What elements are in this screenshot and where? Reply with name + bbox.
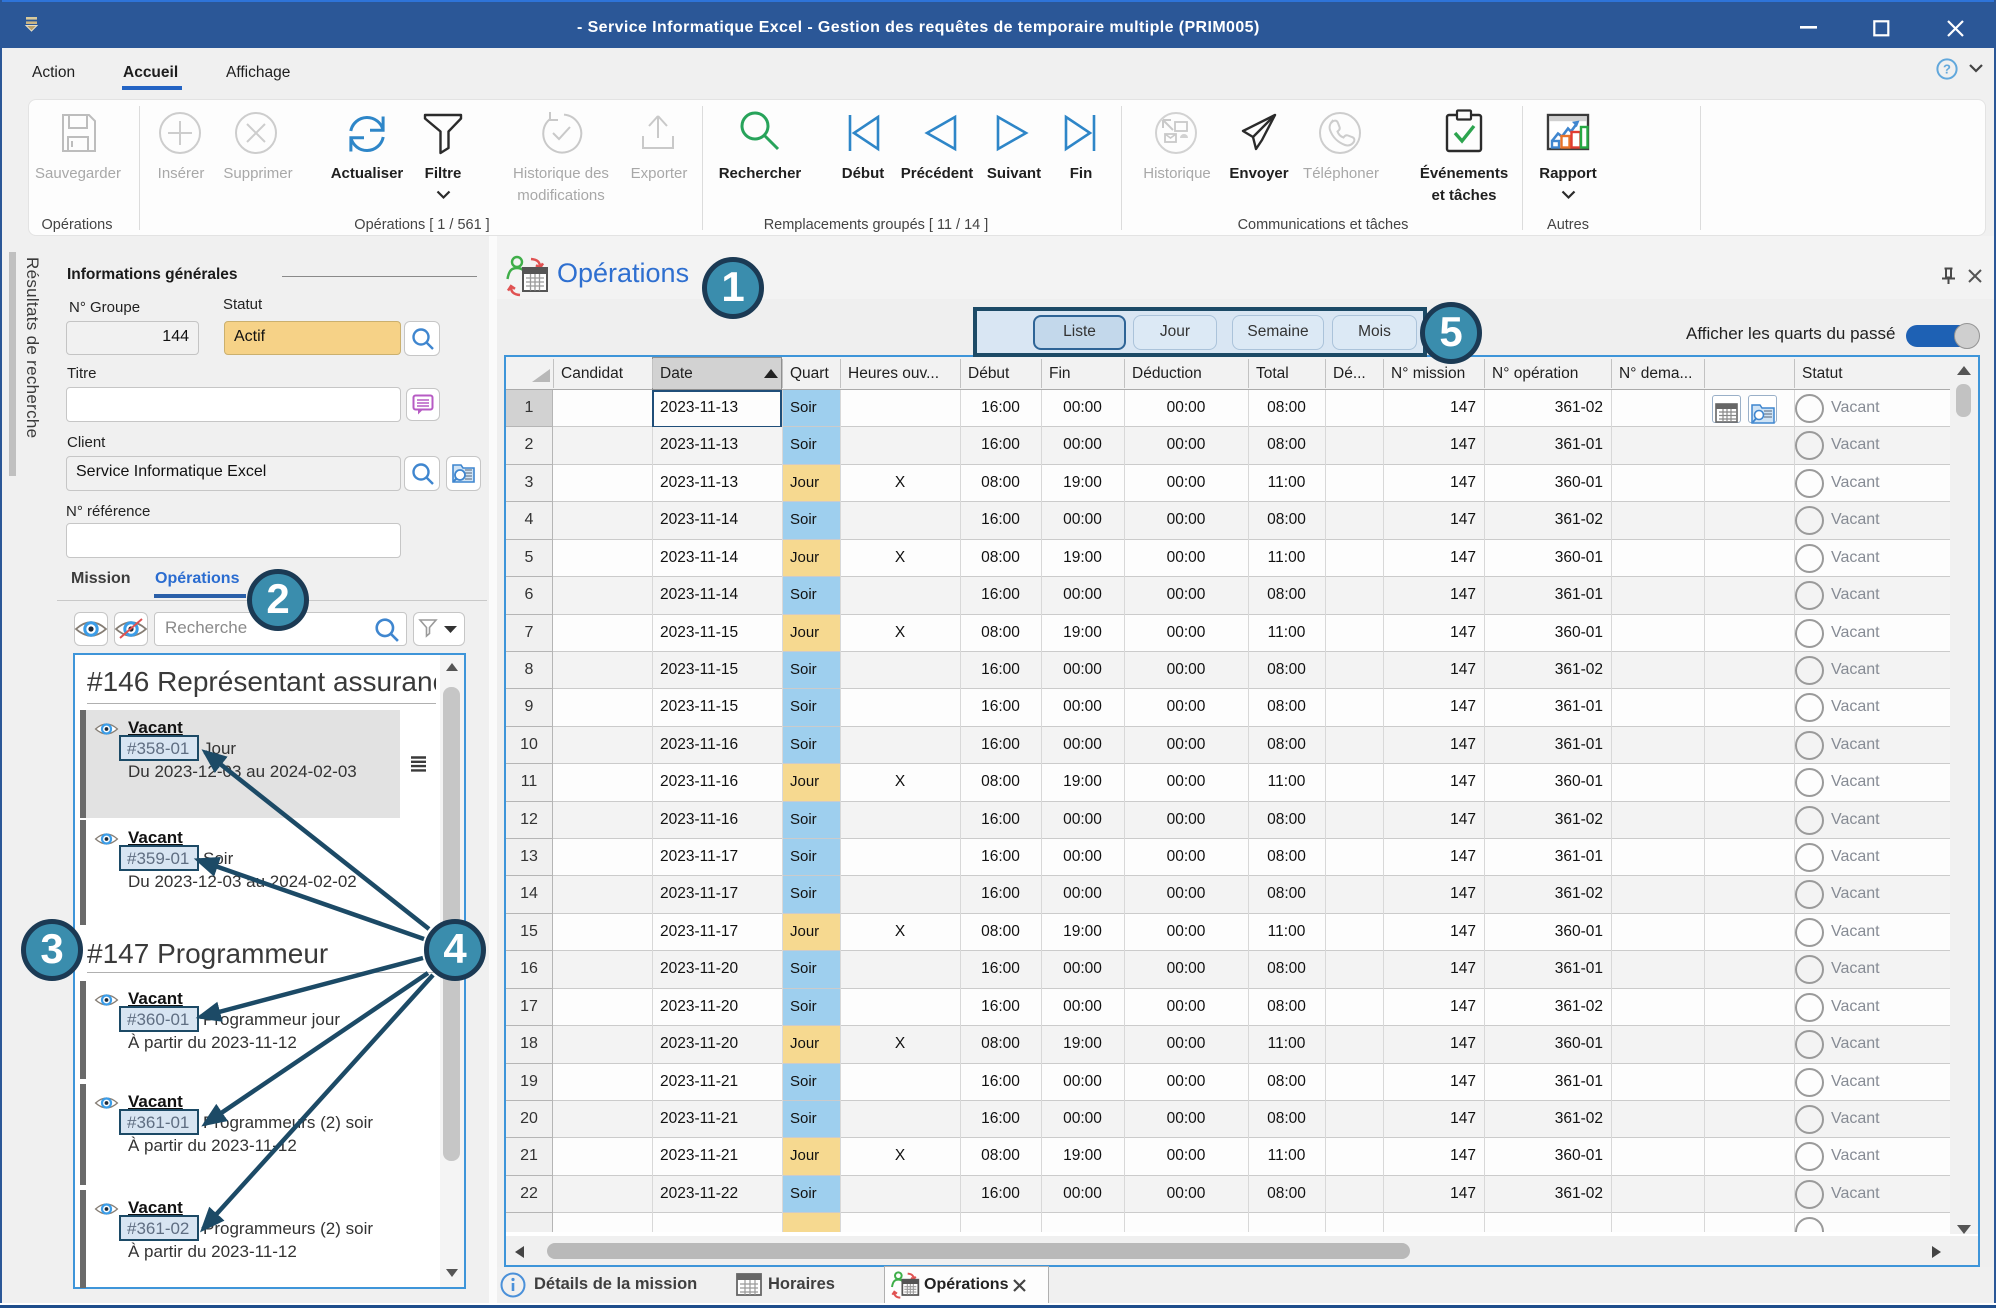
svg-text:?: ?	[1943, 62, 1951, 77]
